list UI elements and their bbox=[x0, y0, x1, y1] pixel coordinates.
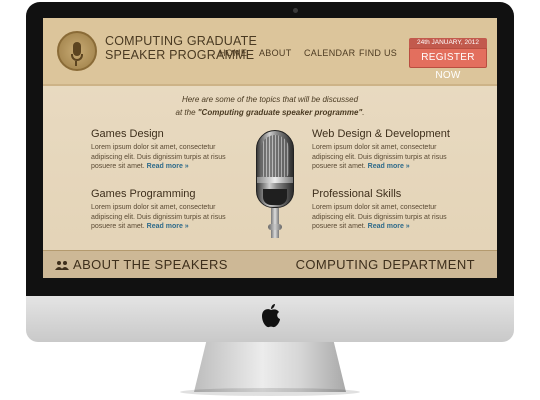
nav-find-us-link[interactable]: FIND US bbox=[359, 48, 397, 58]
microphone-logo-icon[interactable] bbox=[57, 31, 97, 71]
topic-web-design: Web Design & Development Lorem ipsum dol… bbox=[312, 128, 452, 172]
stand-shadow bbox=[180, 388, 360, 396]
topic-body: Lorem ipsum dolor sit amet, consectetur … bbox=[312, 203, 452, 232]
read-more-link[interactable]: Read more » bbox=[147, 163, 189, 170]
intro-text: Here are some of the topics that will be… bbox=[43, 93, 497, 119]
topic-title: Professional Skills bbox=[312, 188, 402, 200]
topic-body: Lorem ipsum dolor sit amet, consectetur … bbox=[91, 203, 231, 232]
intro-line-2: at the "Computing graduate speaker progr… bbox=[43, 106, 497, 119]
site-footer: ABOUT THE SPEAKERS COMPUTING DEPARTMENT bbox=[43, 250, 497, 278]
microphone-illustration bbox=[256, 130, 294, 250]
read-more-link[interactable]: Read more » bbox=[147, 223, 189, 230]
topic-games-design: Games Design Lorem ipsum dolor sit amet,… bbox=[91, 128, 231, 172]
topic-body: Lorem ipsum dolor sit amet, consectetur … bbox=[91, 143, 231, 172]
about-speakers-link[interactable]: ABOUT THE SPEAKERS bbox=[73, 257, 228, 272]
intro-line-2-suffix: . bbox=[362, 108, 365, 117]
read-more-link[interactable]: Read more » bbox=[368, 163, 410, 170]
site-header: COMPUTING GRADUATE SPEAKER PROGRAMME HOM… bbox=[43, 18, 497, 86]
topic-title: Games Design bbox=[91, 128, 164, 140]
read-more-link[interactable]: Read more » bbox=[368, 223, 410, 230]
camera-icon bbox=[293, 8, 298, 13]
intro-line-2-prefix: at the bbox=[175, 108, 198, 117]
topic-games-programming: Games Programming Lorem ipsum dolor sit … bbox=[91, 188, 231, 232]
topic-professional-skills: Professional Skills Lorem ipsum dolor si… bbox=[312, 188, 452, 232]
register-now-button[interactable]: REGISTER NOW bbox=[409, 48, 487, 81]
computing-department-link[interactable]: COMPUTING DEPARTMENT bbox=[296, 257, 475, 272]
nav-about-link[interactable]: ABOUT bbox=[259, 48, 292, 58]
microphone-head bbox=[256, 130, 294, 208]
apple-logo-icon bbox=[262, 304, 280, 328]
nav-home-link[interactable]: HOME bbox=[219, 48, 247, 58]
site-title-line-1: COMPUTING GRADUATE bbox=[105, 34, 257, 48]
microphone-neck bbox=[271, 208, 279, 238]
topic-body: Lorem ipsum dolor sit amet, consectetur … bbox=[312, 143, 452, 172]
intro-line-1: Here are some of the topics that will be… bbox=[181, 95, 359, 104]
monitor-stand bbox=[194, 342, 346, 392]
microphone-ring bbox=[268, 224, 282, 230]
topic-title: Games Programming bbox=[91, 188, 196, 200]
intro-programme-name: "Computing graduate speaker programme" bbox=[197, 108, 363, 117]
nav-calendar-link[interactable]: CALENDAR bbox=[304, 48, 355, 58]
website-screen: COMPUTING GRADUATE SPEAKER PROGRAMME HOM… bbox=[43, 18, 497, 278]
topic-title: Web Design & Development bbox=[312, 128, 450, 140]
people-icon bbox=[55, 261, 69, 270]
event-date-badge: 24th JANUARY, 2012 bbox=[409, 38, 487, 48]
